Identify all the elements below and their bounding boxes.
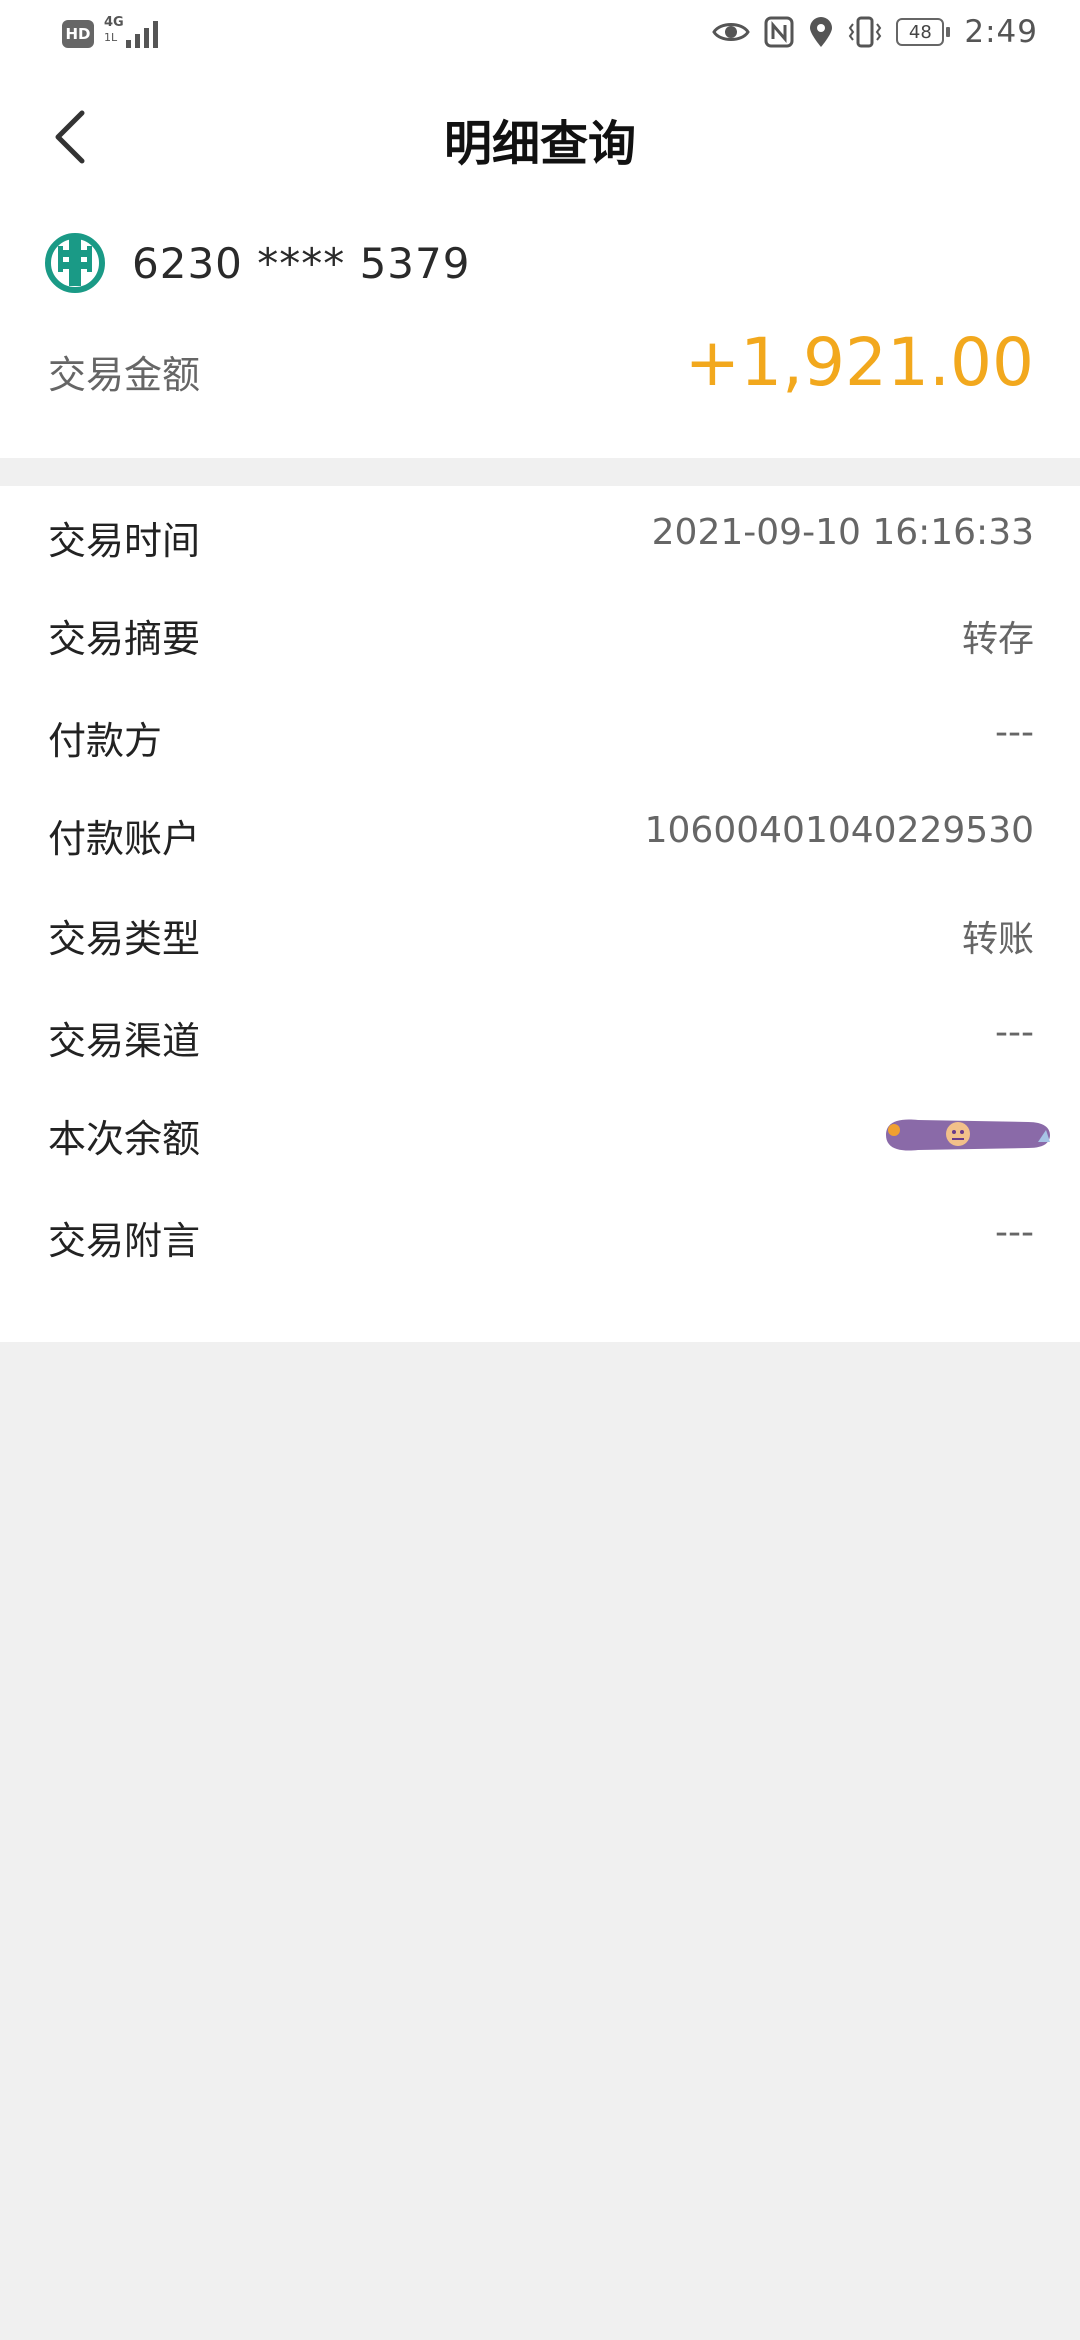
detail-label: 交易时间	[48, 519, 201, 563]
detail-row-time: 交易时间 2021-09-10 16:16:33	[0, 486, 1080, 586]
amount-value: +1,921.00	[684, 324, 1034, 401]
detail-label: 交易渠道	[48, 1019, 201, 1063]
detail-value: ---	[995, 1012, 1034, 1053]
detail-label: 交易附言	[48, 1219, 201, 1263]
amount-label: 交易金额	[48, 353, 201, 397]
detail-row-payer-account: 付款账户 10600401040229530	[0, 784, 1080, 884]
status-left: HD 4G 1L	[62, 16, 164, 52]
network-type: 4G	[104, 15, 124, 30]
detail-value: 转存	[961, 619, 1034, 660]
status-bar: HD 4G 1L 48 2:49	[0, 0, 1080, 72]
detail-value: 转账	[961, 919, 1034, 960]
battery-icon: 48	[896, 18, 951, 46]
eye-icon	[712, 23, 751, 41]
detail-value: ---	[995, 1212, 1034, 1253]
details-list: 交易时间 2021-09-10 16:16:33 交易摘要 转存 付款方 ---…	[0, 486, 1080, 1342]
page-title: 明细查询	[443, 116, 636, 172]
detail-row-channel: 交易渠道 ---	[0, 986, 1080, 1086]
detail-value: 2021-09-10 16:16:33	[651, 512, 1034, 553]
bank-logo-icon	[45, 233, 105, 293]
detail-label: 付款账户	[48, 817, 201, 861]
detail-value: 10600401040229530	[644, 810, 1034, 851]
detail-label: 交易类型	[48, 917, 201, 961]
account-row: 6230 **** 5379	[44, 232, 470, 294]
account-number: 6230 **** 5379	[132, 238, 471, 288]
redaction-scribble	[886, 1119, 1050, 1151]
network-subtype: 1L	[104, 31, 118, 44]
location-icon	[810, 17, 833, 47]
nav-bar: 明细查询	[0, 72, 1080, 204]
nfc-icon	[764, 16, 794, 48]
status-right: 48 2:49	[712, 14, 1038, 50]
detail-value: ---	[995, 712, 1034, 753]
hd-badge: HD	[62, 20, 94, 48]
detail-label: 付款方	[48, 719, 163, 763]
detail-label: 本次余额	[48, 1117, 201, 1161]
detail-row-summary: 交易摘要 转存	[0, 584, 1080, 684]
detail-label: 交易摘要	[48, 617, 201, 661]
detail-row-balance: 本次余额	[0, 1084, 1080, 1184]
signal-icon	[126, 21, 158, 48]
detail-row-note: 交易附言 ---	[0, 1186, 1080, 1286]
account-card: 6230 **** 5379 交易金额 +1,921.00	[0, 204, 1080, 458]
detail-row-payer: 付款方 ---	[0, 686, 1080, 786]
vibrate-icon	[849, 16, 882, 48]
network-indicator: 4G 1L	[104, 16, 164, 52]
status-time: 2:49	[964, 14, 1038, 50]
detail-row-type: 交易类型 转账	[0, 884, 1080, 984]
